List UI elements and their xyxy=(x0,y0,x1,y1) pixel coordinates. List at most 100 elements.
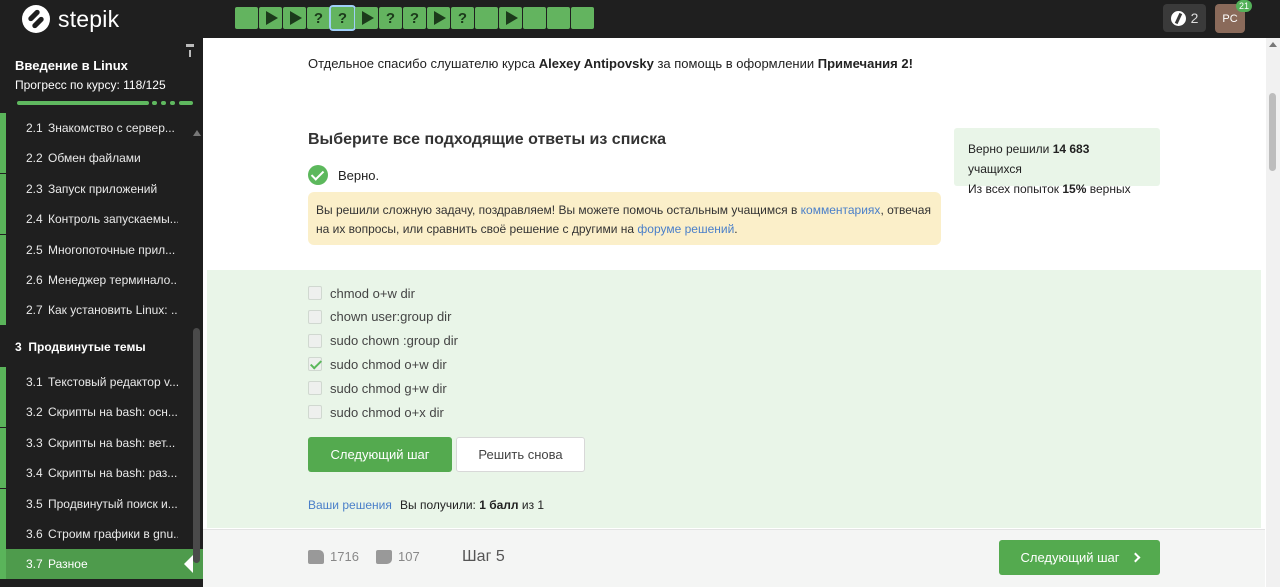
dislike-button[interactable]: 107 xyxy=(376,549,420,564)
step-4[interactable]: ? xyxy=(307,7,330,29)
lesson-label: Контроль запускаемы... xyxy=(48,212,178,227)
lesson-label: Скрипты на bash: вет... xyxy=(48,435,176,450)
sidebar-item-lesson-3-6[interactable]: 3.6 Строим графики в gnu... xyxy=(0,519,203,549)
course-progress-fill xyxy=(17,101,149,105)
step-14[interactable] xyxy=(547,7,570,29)
scroll-up-icon[interactable] xyxy=(1269,42,1277,47)
question-mark-icon: ? xyxy=(457,9,468,27)
step-3[interactable] xyxy=(283,7,306,29)
sidebar-item-lesson-2-5[interactable]: 2.5 Многопоточные прил... xyxy=(0,234,203,265)
progress-dot xyxy=(152,101,157,105)
step-12[interactable] xyxy=(499,7,522,29)
play-icon xyxy=(361,11,374,25)
answer-checkbox[interactable] xyxy=(308,333,322,348)
answer-checkbox[interactable] xyxy=(308,405,322,419)
step-13[interactable] xyxy=(523,7,546,29)
lesson-label: Скрипты на bash: раз... xyxy=(48,466,178,481)
play-icon xyxy=(433,11,446,25)
lesson-label: Текстовый редактор v... xyxy=(48,375,178,389)
lesson-number: 3.3 xyxy=(26,435,43,450)
step-2[interactable] xyxy=(259,7,282,29)
answer-label: sudo chown :group dir xyxy=(330,333,458,349)
answer-option[interactable]: chmod o+w dir xyxy=(308,284,415,302)
section-title[interactable]: 3 Продвинутые темы xyxy=(15,340,146,354)
step-15[interactable] xyxy=(571,7,594,29)
your-solutions-link[interactable]: Ваши решения xyxy=(308,498,392,512)
step-5[interactable]: ? xyxy=(329,5,356,31)
lesson-number: 3.2 xyxy=(26,405,43,420)
step-11[interactable] xyxy=(475,7,498,29)
answer-option[interactable]: sudo chown :group dir xyxy=(308,332,458,350)
sidebar-item-lesson-3-4[interactable]: 3.4 Скрипты на bash: раз... xyxy=(0,458,203,489)
page-scrollbar-thumb[interactable] xyxy=(1269,93,1276,171)
page-scrollbar[interactable] xyxy=(1266,38,1280,587)
lesson-label: Как установить Linux: ... xyxy=(48,303,178,318)
step-1[interactable] xyxy=(235,7,258,29)
sidebar-item-lesson-2-7[interactable]: 2.7 Как установить Linux: ... xyxy=(0,295,203,326)
lesson-number: 3.4 xyxy=(26,466,43,481)
lesson-number: 3.6 xyxy=(26,527,43,541)
congrats-message: Вы решили сложную задачу, поздравляем! В… xyxy=(308,192,941,245)
lesson-label: Менеджер терминало... xyxy=(48,273,178,287)
course-title[interactable]: Введение в Linux xyxy=(15,58,128,73)
score-text: Вы получили: 1 балл из 1 xyxy=(400,498,545,512)
answer-option[interactable]: sudo chmod o+x dir xyxy=(308,403,444,421)
answer-checkbox[interactable] xyxy=(308,286,322,300)
lesson-number: 2.7 xyxy=(26,303,43,318)
sidebar-item-lesson-3-3[interactable]: 3.3 Скрипты на bash: вет... xyxy=(0,427,203,458)
notification-badge: 21 xyxy=(1236,0,1252,12)
solve-stats: Верно решили 14 683 учащихся Из всех поп… xyxy=(954,128,1160,196)
answer-label: sudo chmod o+w dir xyxy=(330,356,447,372)
step-8[interactable]: ? xyxy=(403,7,426,29)
like-button[interactable]: 1716 xyxy=(308,549,359,564)
course-progress-bar xyxy=(15,101,193,105)
lesson-label: Запуск приложений xyxy=(48,181,158,196)
lesson-number: 3.7 xyxy=(26,557,43,572)
course-progress-text: Прогресс по курсу: 118/125 xyxy=(15,78,166,92)
lesson-number: 2.5 xyxy=(26,242,43,257)
pin-icon[interactable] xyxy=(186,44,194,57)
stepik-logo[interactable]: stepik xyxy=(22,5,119,33)
step-7[interactable]: ? xyxy=(379,7,402,29)
answer-checkbox[interactable] xyxy=(308,381,322,396)
play-icon xyxy=(265,11,278,25)
reputation-button[interactable]: 2 xyxy=(1163,4,1206,32)
answers-panel: chmod o+w dir chown user:group dir sudo ch… xyxy=(207,270,1261,528)
sidebar-item-lesson-3-7[interactable]: 3.7 Разное xyxy=(0,549,203,580)
footer-next-step-button[interactable]: Следующий шаг xyxy=(999,540,1160,575)
comments-link[interactable]: комментариях xyxy=(801,203,881,217)
answer-option[interactable]: chown user:group dir xyxy=(308,308,451,326)
play-icon xyxy=(505,11,518,25)
stats-attempts: Из всех попыток 15% верных xyxy=(968,182,1131,196)
next-step-button[interactable]: Следующий шаг xyxy=(308,437,452,472)
sidebar-item-lesson-2-3[interactable]: 2.3 Запуск приложений xyxy=(0,173,203,204)
answer-checkbox[interactable] xyxy=(308,357,322,372)
question-mark-icon: ? xyxy=(409,9,420,27)
thanks-note-ref: Примечания 2! xyxy=(817,56,913,71)
sidebar-item-lesson-3-2[interactable]: 3.2 Скрипты на bash: осн... xyxy=(0,397,203,428)
solutions-forum-link[interactable]: форуме решений xyxy=(637,222,734,236)
sidebar-item-lesson-3-5[interactable]: 3.5 Продвинутый поиск и... xyxy=(0,488,203,519)
thumbs-up-icon xyxy=(308,549,324,564)
step-footer: 1716 107 Шаг 5 Следующий шаг xyxy=(203,529,1265,587)
sidebar-item-lesson-2-4[interactable]: 2.4 Контроль запускаемы... xyxy=(0,204,203,235)
answer-option[interactable]: sudo chmod g+w dir xyxy=(308,379,447,397)
sidebar-item-lesson-2-1[interactable]: 2.1 Знакомство с сервер... xyxy=(0,113,203,143)
retry-button[interactable]: Решить снова xyxy=(456,437,585,472)
answer-option[interactable]: sudo chmod o+w dir xyxy=(308,355,447,373)
thanks-note: Отдельное спасибо слушателю курса Alexey… xyxy=(308,56,913,71)
step-6[interactable] xyxy=(355,7,378,29)
sidebar-scrollbar[interactable] xyxy=(193,328,200,563)
lesson-number: 3.5 xyxy=(26,496,43,511)
top-bar: stepik ????? 2 PC 21 xyxy=(0,0,1280,38)
answer-label: sudo chmod g+w dir xyxy=(330,380,447,396)
lesson-label: Продвинутый поиск и... xyxy=(48,496,178,511)
step-9[interactable] xyxy=(427,7,450,29)
lesson-label: Разное xyxy=(48,557,88,572)
answer-checkbox[interactable] xyxy=(308,309,322,324)
sidebar-item-lesson-3-1[interactable]: 3.1 Текстовый редактор v... xyxy=(0,367,203,397)
step-10[interactable]: ? xyxy=(451,7,474,29)
sidebar-item-lesson-2-2[interactable]: 2.2 Обмен файлами xyxy=(0,143,203,174)
sidebar-item-lesson-2-6[interactable]: 2.6 Менеджер терминало... xyxy=(0,265,203,295)
reputation-count: 2 xyxy=(1190,10,1199,26)
